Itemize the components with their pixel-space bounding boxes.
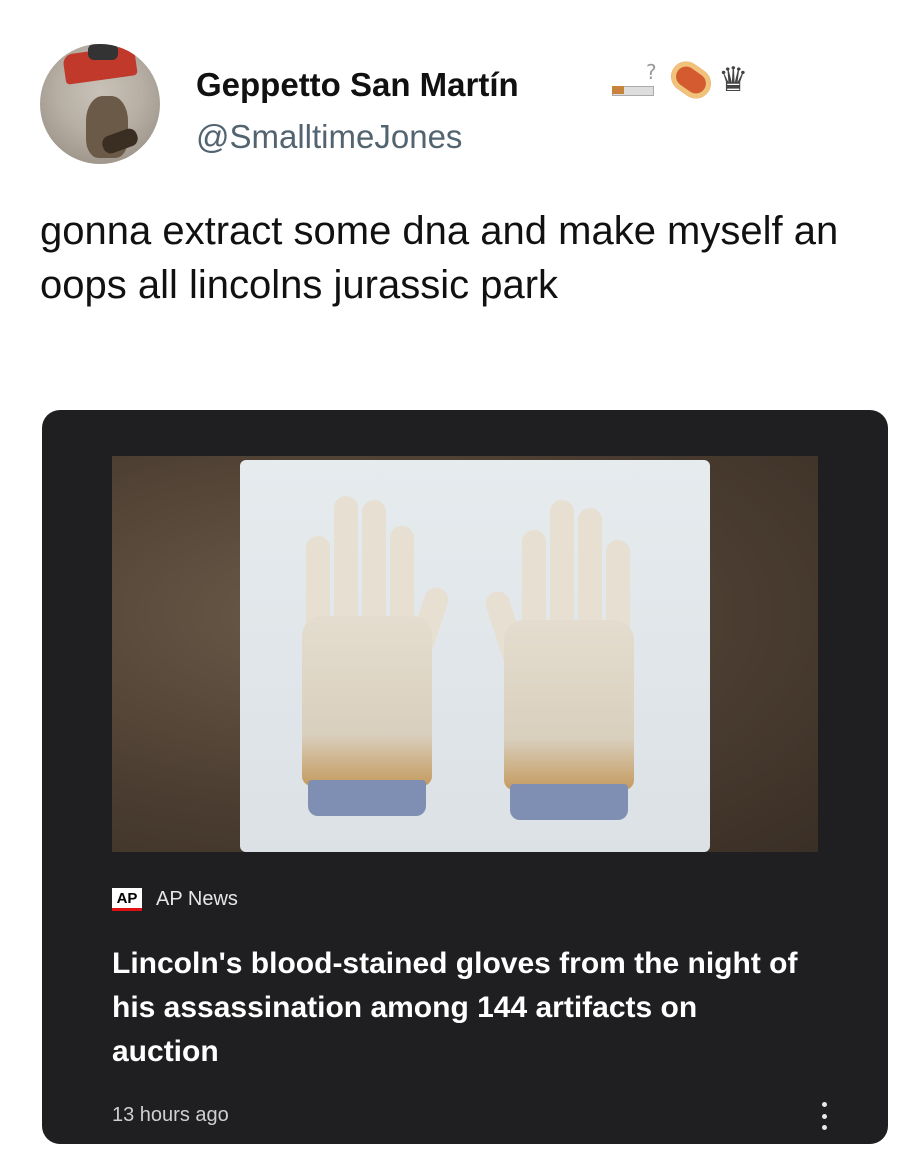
display-name[interactable]: Geppetto San Martín <box>196 66 519 104</box>
news-source[interactable]: AP AP News <box>112 888 238 911</box>
ap-logo-icon: AP <box>112 888 142 911</box>
source-name: AP News <box>156 888 238 910</box>
crown-icon: ♛ <box>718 60 749 100</box>
right-glove-shape <box>482 500 634 820</box>
news-timestamp: 13 hours ago <box>112 1104 229 1126</box>
hotdog-icon <box>665 55 717 105</box>
news-headline[interactable]: Lincoln's blood-stained gloves from the … <box>112 942 812 1074</box>
more-options-icon[interactable] <box>820 1102 828 1130</box>
cigarette-icon: ? <box>612 60 664 100</box>
left-glove-shape <box>302 496 452 816</box>
news-card[interactable]: AP AP News Lincoln's blood-stained glove… <box>42 410 888 1144</box>
news-image[interactable] <box>112 456 818 852</box>
tweet-text: gonna extract some dna and make myself a… <box>40 209 839 307</box>
avatar[interactable] <box>40 44 160 164</box>
avatar-cap-top-shape <box>88 44 118 60</box>
name-emojis: ? ♛ <box>612 55 749 105</box>
user-handle[interactable]: @SmalltimeJones <box>196 118 462 156</box>
